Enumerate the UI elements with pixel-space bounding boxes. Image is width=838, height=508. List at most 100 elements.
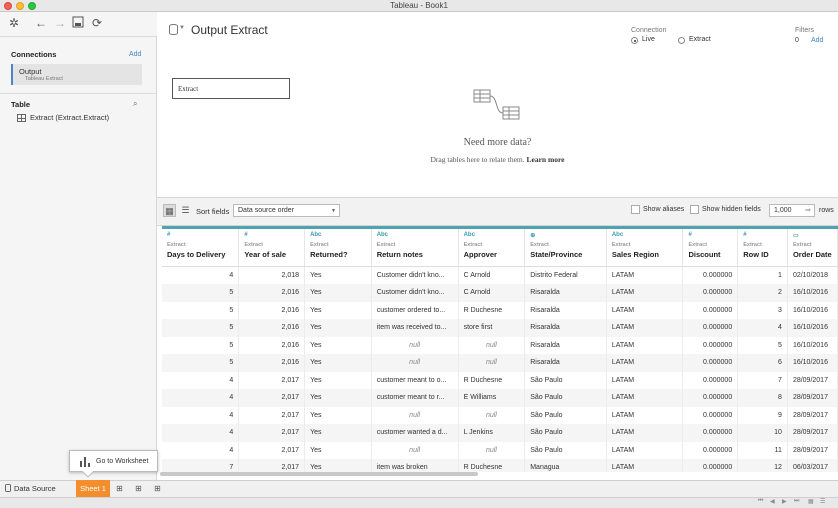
table-cell[interactable]: 16/10/2016 [787, 336, 838, 354]
show-hidden-fields-checkbox[interactable] [690, 205, 699, 214]
table-cell[interactable]: São Paulo [524, 389, 607, 407]
table-cell[interactable]: 2,016 [238, 319, 306, 337]
search-icon[interactable]: ⌕ [133, 99, 137, 109]
table-cell[interactable]: 4 [162, 424, 240, 442]
table-cell[interactable]: store first [458, 319, 526, 337]
column-name[interactable]: Row ID [743, 250, 782, 259]
column-name[interactable]: Returned? [310, 250, 366, 259]
table-row[interactable]: 7 2,017 Yes item was broken R Duchesne Managu… [162, 459, 838, 472]
sort-fields-select[interactable]: Data source order ▼ [233, 204, 340, 217]
column-header[interactable]: ⊕ Extract State/Province [524, 226, 607, 267]
table-cell[interactable]: LATAM [606, 301, 684, 319]
new-story-icon[interactable]: ⊞ [152, 483, 163, 494]
go-to-worksheet-tooltip[interactable]: Go to Worksheet [69, 450, 158, 478]
table-cell[interactable]: Risaralda [524, 336, 607, 354]
table-cell[interactable]: Yes [304, 336, 372, 354]
table-cell[interactable]: LATAM [606, 319, 684, 337]
calendar-icon[interactable]: ▭ [793, 232, 832, 240]
table-cell[interactable]: Risaralda [524, 319, 607, 337]
table-cell[interactable]: 2,016 [238, 301, 306, 319]
table-cell[interactable]: 12 [737, 459, 788, 472]
table-row[interactable]: 5 2,016 Yes item was received to... store fi… [162, 319, 838, 337]
connection-item-output[interactable]: Output Tableau Extract [11, 64, 142, 85]
table-cell[interactable]: São Paulo [524, 371, 607, 389]
table-cell[interactable]: 3 [737, 301, 788, 319]
string-type-icon[interactable]: Abc [377, 232, 453, 240]
column-name[interactable]: Return notes [377, 250, 453, 259]
table-cell[interactable]: Yes [304, 284, 372, 302]
table-cell[interactable]: null [371, 354, 459, 372]
grid-view-icon[interactable]: ▦ [808, 498, 814, 505]
table-cell[interactable]: null [371, 336, 459, 354]
table-cell[interactable]: R Duchesne [458, 459, 526, 472]
table-cell[interactable]: 0.000000 [682, 371, 739, 389]
table-cell[interactable]: 11 [737, 441, 788, 459]
horizontal-scrollbar[interactable] [160, 472, 478, 476]
next-page-icon[interactable]: ▶ [782, 498, 787, 505]
table-cell[interactable]: 0.000000 [682, 459, 739, 472]
table-cell[interactable]: Risaralda [524, 354, 607, 372]
table-cell[interactable]: 6 [737, 354, 788, 372]
show-aliases-checkbox[interactable] [631, 205, 640, 214]
table-cell[interactable]: 28/09/2017 [787, 441, 838, 459]
table-cell[interactable]: LATAM [606, 354, 684, 372]
connection-extract-radio[interactable] [678, 37, 685, 44]
table-cell[interactable]: 0.000000 [682, 266, 739, 284]
column-name[interactable]: Year of sale [244, 250, 299, 259]
globe-icon[interactable]: ⊕ [530, 232, 601, 240]
list-view-icon[interactable]: ☰ [179, 204, 192, 217]
column-header[interactable]: ▭ Extract Order Date [787, 226, 838, 267]
table-cell[interactable]: 2,016 [238, 336, 306, 354]
table-cell[interactable]: 7 [162, 459, 240, 472]
column-header[interactable]: Abc Extract Returned? [304, 226, 372, 267]
column-header[interactable]: # Extract Days to Delivery [162, 226, 240, 267]
table-cell[interactable]: null [458, 336, 526, 354]
table-cell[interactable]: LATAM [606, 336, 684, 354]
datasource-title[interactable]: Output Extract [191, 23, 268, 37]
table-cell[interactable]: Risaralda [524, 284, 607, 302]
table-cell[interactable]: 0.000000 [682, 284, 739, 302]
table-cell[interactable]: 2,017 [238, 441, 306, 459]
table-cell[interactable]: null [458, 406, 526, 424]
canvas-table-extract[interactable]: Extract [172, 78, 290, 99]
new-dashboard-icon[interactable]: ⊞ [133, 483, 144, 494]
table-cell[interactable]: 5 [162, 336, 240, 354]
string-type-icon[interactable]: Abc [612, 232, 678, 240]
table-cell[interactable]: C Arnold [458, 266, 526, 284]
table-cell[interactable]: 06/03/2017 [787, 459, 838, 472]
table-cell[interactable]: L Jenkins [458, 424, 526, 442]
learn-more-link[interactable]: Learn more [527, 155, 565, 164]
column-header[interactable]: Abc Extract Approver [458, 226, 526, 267]
table-cell[interactable]: Yes [304, 266, 372, 284]
add-connection-link[interactable]: Add [129, 51, 141, 58]
column-name[interactable]: Days to Delivery [167, 250, 233, 259]
table-cell[interactable]: 0.000000 [682, 301, 739, 319]
table-cell[interactable]: null [458, 354, 526, 372]
data-source-tab[interactable]: Data Source [0, 480, 76, 497]
table-cell[interactable]: 28/09/2017 [787, 371, 838, 389]
table-cell[interactable]: LATAM [606, 266, 684, 284]
table-cell[interactable]: 2,017 [238, 389, 306, 407]
column-name[interactable]: Discount [688, 250, 732, 259]
table-row[interactable]: 4 2,017 Yes null null São Paulo LATAM 0.000000 1… [162, 441, 838, 459]
table-cell[interactable]: 0.000000 [682, 354, 739, 372]
column-name[interactable]: Sales Region [612, 250, 678, 259]
table-cell[interactable]: 5 [162, 301, 240, 319]
table-cell[interactable]: LATAM [606, 371, 684, 389]
refresh-icon[interactable]: ⟳ [90, 16, 104, 30]
table-cell[interactable]: LATAM [606, 406, 684, 424]
table-cell[interactable]: customer ordered to... [371, 301, 459, 319]
table-cell[interactable]: 7 [737, 371, 788, 389]
column-name[interactable]: State/Province [530, 250, 601, 259]
table-cell[interactable]: 4 [162, 266, 240, 284]
column-header[interactable]: Abc Extract Return notes [371, 226, 459, 267]
column-header[interactable]: # Extract Row ID [737, 226, 788, 267]
column-name[interactable]: Approver [464, 250, 520, 259]
table-cell[interactable]: 2,017 [238, 424, 306, 442]
table-cell[interactable]: 4 [162, 441, 240, 459]
table-row[interactable]: 4 2,017 Yes customer meant to r... E William… [162, 389, 838, 407]
table-cell[interactable]: 9 [737, 406, 788, 424]
table-cell[interactable]: 0.000000 [682, 424, 739, 442]
forward-arrow-icon[interactable]: → [53, 16, 67, 30]
table-row[interactable]: 5 2,016 Yes Customer didn't kno... C Arnold R… [162, 284, 838, 302]
